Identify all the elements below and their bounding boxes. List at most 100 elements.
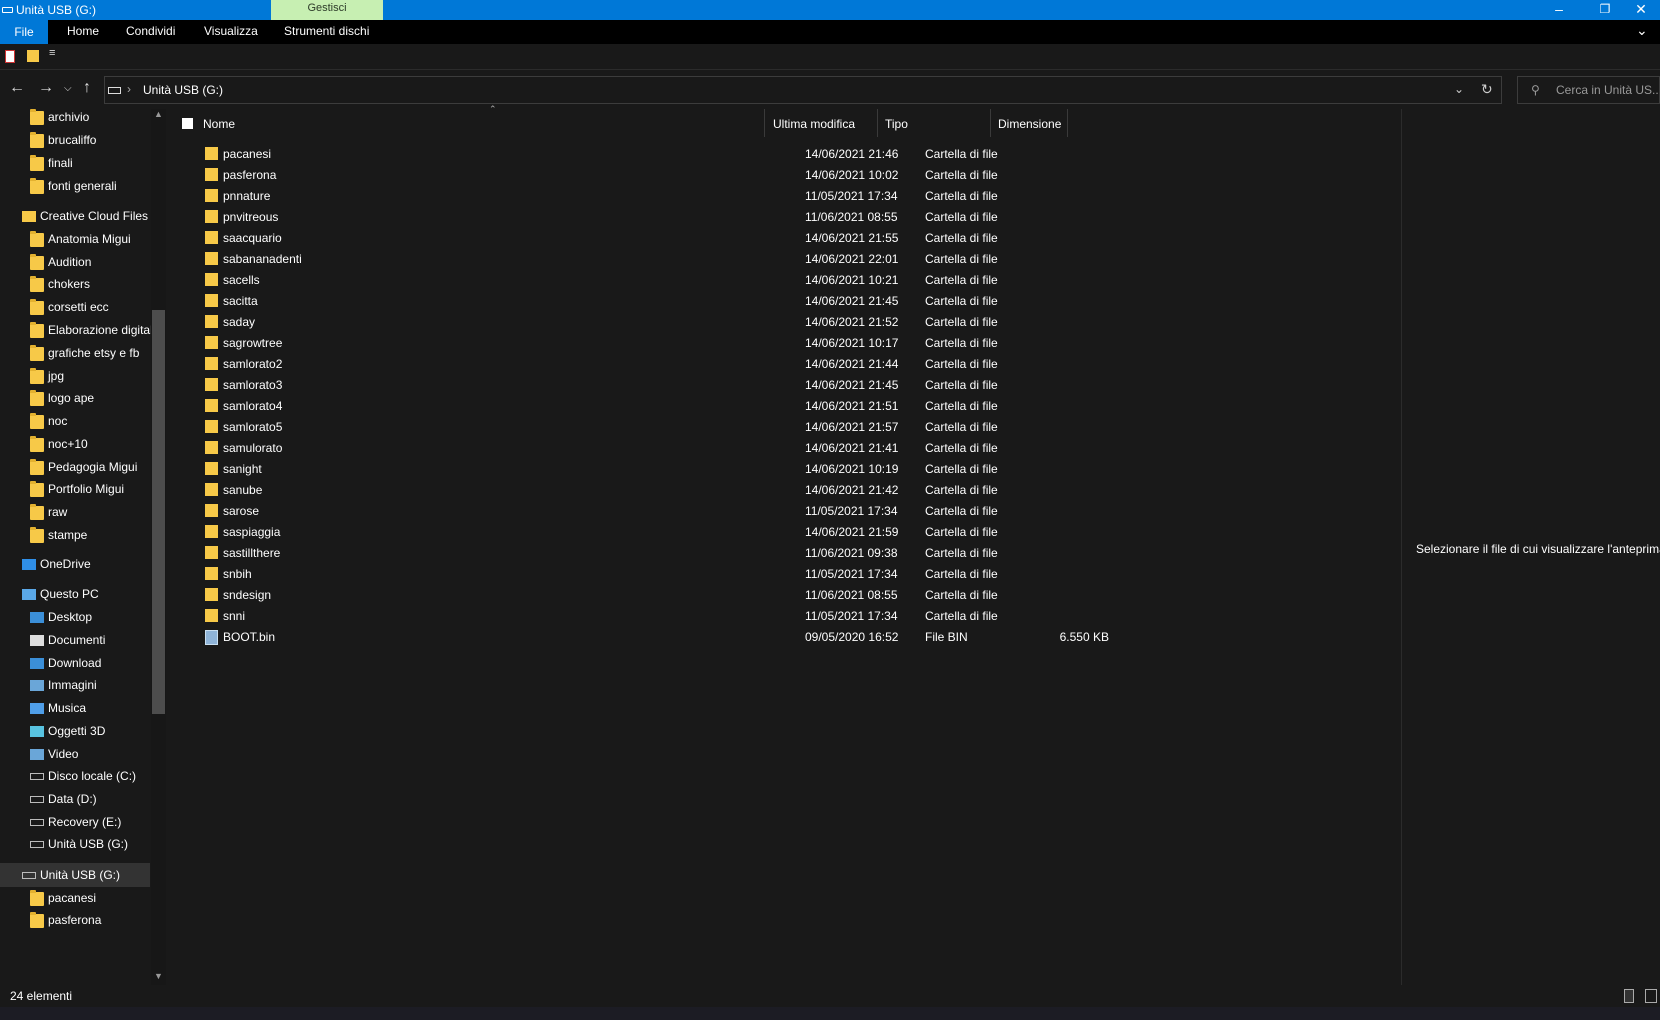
sidebar-item[interactable]: grafiche etsy e fb bbox=[0, 341, 150, 365]
table-row[interactable]: pasferona 14/06/2021 10:02 Cartella di fil… bbox=[168, 165, 1400, 186]
tab-condividi[interactable]: Condividi bbox=[126, 24, 175, 38]
recent-locations-icon[interactable]: ⌵ bbox=[64, 83, 72, 94]
sidebar-item[interactable]: jpg bbox=[0, 364, 150, 388]
properties-icon[interactable] bbox=[5, 50, 15, 63]
tab-file[interactable]: File bbox=[0, 20, 48, 44]
sidebar-item[interactable]: Pedagogia Migui bbox=[0, 455, 150, 479]
sidebar-item[interactable]: Oggetti 3D bbox=[0, 719, 150, 743]
sidebar-item[interactable]: pacanesi bbox=[0, 886, 150, 910]
sidebar-item[interactable]: Recovery (E:) bbox=[0, 810, 150, 834]
table-row[interactable]: sacells 14/06/2021 10:21 Cartella di file bbox=[168, 270, 1400, 291]
sidebar-item[interactable]: Portfolio Migui bbox=[0, 477, 150, 501]
sidebar-item[interactable]: Unità USB (G:) bbox=[0, 863, 150, 887]
table-row[interactable]: snbih 11/05/2021 17:34 Cartella di file bbox=[168, 564, 1400, 585]
sidebar-item[interactable]: Desktop bbox=[0, 605, 150, 629]
scrollbar-thumb[interactable] bbox=[152, 310, 165, 714]
customize-toolbar-icon[interactable]: ≡ bbox=[49, 47, 55, 59]
sidebar-item[interactable]: corsetti ecc bbox=[0, 295, 150, 319]
forward-icon[interactable]: → bbox=[38, 79, 54, 97]
folder-icon bbox=[205, 546, 218, 559]
sidebar-item[interactable]: finali bbox=[0, 151, 150, 175]
table-row[interactable]: samlorato5 14/06/2021 21:57 Cartella di fi… bbox=[168, 417, 1400, 438]
scroll-up-icon[interactable]: ▲ bbox=[154, 109, 163, 119]
table-row[interactable]: samlorato3 14/06/2021 21:45 Cartella di fi… bbox=[168, 375, 1400, 396]
table-row[interactable]: pacanesi 14/06/2021 21:46 Cartella di file bbox=[168, 144, 1400, 165]
new-folder-icon[interactable] bbox=[27, 50, 39, 62]
column-header-type[interactable]: Tipo bbox=[878, 109, 991, 137]
sidebar-item[interactable]: Musica bbox=[0, 696, 150, 720]
sidebar-item[interactable]: Unità USB (G:) bbox=[0, 832, 150, 856]
table-row[interactable]: saday 14/06/2021 21:52 Cartella di file bbox=[168, 312, 1400, 333]
expand-ribbon-icon[interactable]: ⌄ bbox=[1636, 22, 1648, 39]
sidebar-item[interactable]: noc+10 bbox=[0, 432, 150, 456]
table-row[interactable]: sagrowtree 14/06/2021 10:17 Cartella di fi… bbox=[168, 333, 1400, 354]
address-path[interactable]: Unità USB (G:) bbox=[143, 83, 223, 97]
table-row[interactable]: sanube 14/06/2021 21:42 Cartella di file bbox=[168, 480, 1400, 501]
creative-cloud-icon bbox=[22, 211, 36, 222]
sidebar-item[interactable]: Questo PC bbox=[0, 582, 150, 606]
sidebar-item[interactable]: Creative Cloud Files bbox=[0, 204, 150, 228]
close-icon[interactable]: ✕ bbox=[1622, 0, 1660, 20]
back-icon[interactable]: ← bbox=[9, 79, 25, 97]
table-row[interactable]: saacquario 14/06/2021 21:55 Cartella di fi… bbox=[168, 228, 1400, 249]
table-row[interactable]: BOOT.bin 09/05/2020 16:52 File BIN 6.550 KB bbox=[168, 627, 1400, 648]
sidebar-item[interactable]: raw bbox=[0, 500, 150, 524]
sidebar-item[interactable]: Data (D:) bbox=[0, 787, 150, 811]
sidebar-item-label: raw bbox=[48, 505, 68, 519]
chevron-down-icon[interactable]: ⌄ bbox=[1454, 82, 1464, 96]
column-header-name[interactable]: Nome bbox=[203, 109, 765, 137]
sidebar-item[interactable]: archivio bbox=[0, 109, 150, 129]
table-row[interactable]: sabananadenti 14/06/2021 22:01 Cartella di… bbox=[168, 249, 1400, 270]
sidebar-item[interactable]: Elaborazione digitale bbox=[0, 318, 159, 342]
sidebar-item[interactable]: Immagini bbox=[0, 673, 150, 697]
large-icons-view-icon[interactable] bbox=[1645, 989, 1657, 1003]
file-type: Cartella di file bbox=[925, 210, 998, 224]
column-header-size[interactable]: Dimensione bbox=[991, 109, 1068, 137]
table-row[interactable]: samlorato4 14/06/2021 21:51 Cartella di fi… bbox=[168, 396, 1400, 417]
sidebar-item[interactable]: noc bbox=[0, 409, 150, 433]
table-row[interactable]: sndesign 11/06/2021 08:55 Cartella di file bbox=[168, 585, 1400, 606]
sidebar-item[interactable]: brucaliffo bbox=[0, 128, 150, 152]
tab-home[interactable]: Home bbox=[67, 24, 99, 38]
tab-strumenti-dischi[interactable]: Strumenti dischi bbox=[284, 24, 369, 38]
sidebar-item[interactable]: Audition bbox=[0, 250, 150, 274]
select-all-checkbox[interactable] bbox=[182, 118, 193, 129]
table-row[interactable]: sarose 11/05/2021 17:34 Cartella di file bbox=[168, 501, 1400, 522]
table-row[interactable]: samulorato 14/06/2021 21:41 Cartella di fi… bbox=[168, 438, 1400, 459]
file-modified: 14/06/2021 10:17 bbox=[805, 336, 899, 350]
details-view-icon[interactable] bbox=[1624, 989, 1634, 1003]
table-row[interactable]: saspiaggia 14/06/2021 21:59 Cartella di fi… bbox=[168, 522, 1400, 543]
table-row[interactable]: sanight 14/06/2021 10:19 Cartella di file bbox=[168, 459, 1400, 480]
sidebar-item[interactable]: chokers bbox=[0, 272, 150, 296]
column-header-modified[interactable]: Ultima modifica bbox=[765, 109, 878, 137]
scroll-down-icon[interactable]: ▼ bbox=[154, 971, 163, 981]
table-row[interactable]: sastillthere 11/06/2021 09:38 Cartella di … bbox=[168, 543, 1400, 564]
sidebar-item[interactable]: Documenti bbox=[0, 628, 150, 652]
up-icon[interactable]: ↑ bbox=[83, 79, 91, 97]
sidebar-item[interactable]: OneDrive bbox=[0, 552, 150, 576]
sidebar-item[interactable]: stampe bbox=[0, 523, 150, 547]
navigation-pane: archivio brucaliffo finali fonti generali Cr… bbox=[0, 109, 166, 985]
sidebar-item[interactable]: Disco locale (C:) bbox=[0, 764, 150, 788]
refresh-icon[interactable]: ↻ bbox=[1481, 81, 1493, 98]
sidebar-item[interactable]: Video bbox=[0, 742, 150, 766]
table-row[interactable]: pnvitreous 11/06/2021 08:55 Cartella di fi… bbox=[168, 207, 1400, 228]
file-name: sabananadenti bbox=[223, 252, 302, 266]
table-row[interactable]: samlorato2 14/06/2021 21:44 Cartella di fi… bbox=[168, 354, 1400, 375]
sidebar-item[interactable]: Anatomia Migui bbox=[0, 227, 150, 251]
address-bar[interactable]: › Unità USB (G:) ⌄ ↻ bbox=[104, 76, 1502, 104]
table-row[interactable]: snni 11/05/2021 17:34 Cartella di file bbox=[168, 606, 1400, 627]
sidebar-item[interactable]: logo ape bbox=[0, 386, 150, 410]
sidebar-item[interactable]: Download bbox=[0, 651, 150, 675]
sidebar-item-label: Questo PC bbox=[40, 587, 99, 601]
table-row[interactable]: sacitta 14/06/2021 21:45 Cartella di file bbox=[168, 291, 1400, 312]
sidebar-item[interactable]: fonti generali bbox=[0, 174, 150, 198]
file-modified: 14/06/2021 10:19 bbox=[805, 462, 899, 476]
folder-icon bbox=[30, 345, 44, 361]
tab-gestisci[interactable]: Gestisci bbox=[271, 0, 383, 20]
tab-visualizza[interactable]: Visualizza bbox=[204, 24, 258, 38]
file-type: Cartella di file bbox=[925, 546, 998, 560]
minimize-icon[interactable]: – bbox=[1536, 0, 1582, 20]
table-row[interactable]: pnnature 11/05/2021 17:34 Cartella di file bbox=[168, 186, 1400, 207]
sidebar-item[interactable]: pasferona bbox=[0, 908, 150, 932]
